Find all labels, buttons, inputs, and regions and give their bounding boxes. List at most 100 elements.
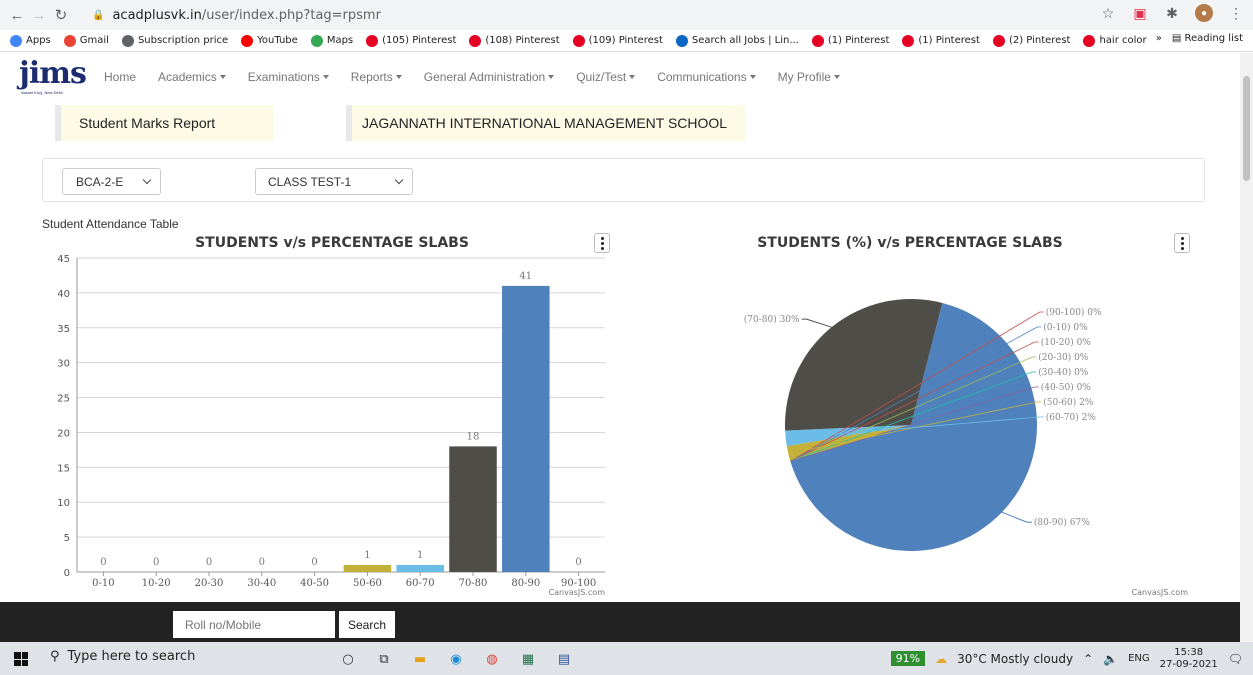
chevron-up-icon[interactable]: ⌃ [1083, 652, 1093, 666]
pie-label: (50-60) 2% [1043, 397, 1094, 408]
bookmark-item[interactable]: YouTube [241, 34, 298, 47]
bookmark-label: hair color [1099, 35, 1147, 46]
bar-chart-credit: CanvasJS.com [549, 588, 606, 597]
nav-item-general-administration[interactable]: General Administration [413, 70, 565, 84]
clock-time: 15:38 [1174, 646, 1204, 658]
battery-indicator[interactable]: 91% [890, 651, 926, 666]
profile-avatar[interactable]: ● [1195, 4, 1213, 22]
kebab-menu-icon[interactable]: ⋮ [1227, 4, 1245, 22]
pie-label: (20-30) 0% [1038, 352, 1089, 363]
bookmark-item[interactable]: Subscription price [121, 34, 229, 47]
more-bookmarks-button[interactable]: » [1156, 33, 1162, 44]
chrome-icon[interactable]: ◍ [481, 648, 503, 670]
back-icon[interactable]: ← [6, 4, 28, 26]
nav-item-communications[interactable]: Communications [646, 70, 766, 84]
test-select[interactable]: CLASS TEST-1 [255, 168, 413, 195]
title-row: Student Marks Report JAGANNATH INTERNATI… [55, 105, 746, 141]
nav-item-academics[interactable]: Academics [147, 70, 237, 84]
data-label: 1 [417, 550, 423, 561]
system-tray: 91% ☁ 30°C Mostly cloudy ⌃ 🔈 ENG 15:38 2… [890, 642, 1243, 675]
extensions-icon[interactable]: ✱ [1163, 4, 1181, 22]
bar-chart-menu-button[interactable] [594, 233, 610, 253]
bookmark-item[interactable]: (2) Pinterest [992, 34, 1070, 47]
bar [396, 565, 444, 572]
cortana-icon[interactable]: ○ [337, 648, 359, 670]
scrollbar-thumb[interactable] [1243, 76, 1250, 181]
jims-logo[interactable]: jims Vasant Kunj, New Delhi [19, 56, 87, 97]
data-label: 0 [100, 557, 106, 568]
app-navbar: jims Vasant Kunj, New Delhi Home Academic… [0, 53, 1240, 101]
bookmark-item[interactable]: Maps [310, 34, 353, 47]
pie-label: (10-20) 0% [1041, 337, 1092, 348]
bookmark-label: Gmail [79, 35, 109, 46]
chevron-down-icon [142, 175, 152, 185]
bookmark-icon [310, 34, 323, 47]
bookmark-item[interactable]: Gmail [63, 34, 109, 47]
bookmark-icon [469, 34, 482, 47]
task-view-icon[interactable]: ⧉ [373, 648, 395, 670]
pie-chart-menu-button[interactable] [1174, 233, 1190, 253]
word-icon[interactable]: ▤ [553, 648, 575, 670]
star-icon[interactable]: ☆ [1099, 4, 1117, 22]
nav-item-my-profile[interactable]: My Profile [767, 70, 851, 84]
clock[interactable]: 15:38 27-09-2021 [1160, 647, 1218, 671]
bookmark-label: Subscription price [137, 35, 229, 46]
nav-item-home[interactable]: Home [93, 70, 147, 84]
bookmark-icon [10, 34, 22, 47]
bookmark-item[interactable]: Apps [10, 34, 51, 47]
weather-text[interactable]: 30°C Mostly cloudy [957, 652, 1073, 666]
reload-icon[interactable]: ↻ [50, 4, 72, 26]
bookmark-item[interactable]: (105) Pinterest [366, 34, 457, 47]
edge-icon[interactable]: ◉ [445, 648, 467, 670]
bookmark-item[interactable]: hair color [1083, 34, 1147, 47]
lock-icon: 🔒 [92, 9, 105, 21]
address-bar[interactable]: 🔒 acadplusvk.in/user/index.php?tag=rpsmr [92, 4, 381, 26]
excel-icon[interactable]: ▦ [517, 648, 539, 670]
y-tick-label: 20 [57, 428, 70, 439]
logo-text: jims [19, 56, 87, 91]
nav-item-examinations[interactable]: Examinations [237, 70, 340, 84]
test-select-value: CLASS TEST-1 [268, 174, 352, 189]
logo-subtitle: Vasant Kunj, New Delhi [21, 90, 63, 95]
y-tick-label: 0 [64, 568, 70, 579]
class-select[interactable]: BCA-2-E [62, 168, 161, 195]
bar [502, 285, 550, 572]
windows-start-icon[interactable] [14, 652, 28, 666]
bookmark-icon [121, 34, 134, 47]
speaker-icon[interactable]: 🔈 [1103, 652, 1118, 666]
bookmark-item[interactable]: (109) Pinterest [572, 34, 663, 47]
pie-label: (40-50) 0% [1041, 382, 1092, 393]
bookmark-label: YouTube [257, 35, 298, 46]
taskbar-search[interactable]: ⚲ Type here to search [50, 649, 195, 664]
bookmark-item[interactable]: Search all Jobs | Lin... [675, 34, 799, 47]
page-scrollbar[interactable] [1240, 53, 1253, 643]
bookmark-item[interactable]: (108) Pinterest [469, 34, 560, 47]
windows-taskbar: ⚲ Type here to search ○ ⧉ ▬ ◉ ◍ ▦ ▤ 91% … [0, 642, 1253, 675]
nav-item-label: Reports [350, 70, 393, 84]
data-label: 0 [259, 557, 265, 568]
nav-item-reports[interactable]: Reports [340, 70, 413, 84]
forward-icon[interactable]: → [28, 4, 50, 26]
nav-item-quiz-test[interactable]: Quiz/Test [565, 70, 646, 84]
y-tick-label: 45 [57, 254, 70, 265]
lang-indicator[interactable]: ENG [1128, 653, 1150, 664]
bookmark-label: (105) Pinterest [382, 35, 457, 46]
nav-item-label: Examinations [247, 70, 320, 84]
search-button[interactable]: Search [339, 611, 395, 638]
caret-down-icon [833, 75, 840, 79]
file-explorer-icon[interactable]: ▬ [409, 648, 431, 670]
bookmarks-end: » ▤ Reading list [1156, 33, 1243, 44]
roll-search-input[interactable] [173, 611, 335, 638]
bookmark-icon [1083, 34, 1096, 47]
bookmark-item[interactable]: (1) Pinterest [902, 34, 980, 47]
bookmark-icon [902, 34, 915, 47]
pocket-icon[interactable]: ▣ [1131, 4, 1149, 22]
caret-down-icon [629, 75, 636, 79]
data-label: 0 [153, 557, 159, 568]
bookmark-icon [811, 34, 824, 47]
data-label: 0 [311, 557, 317, 568]
reading-list-button[interactable]: ▤ Reading list [1172, 33, 1243, 44]
notification-icon[interactable]: 🗨 [1228, 652, 1243, 666]
bookmark-item[interactable]: (1) Pinterest [811, 34, 889, 47]
main-menu: Home Academics Examinations Reports General … [93, 70, 851, 84]
